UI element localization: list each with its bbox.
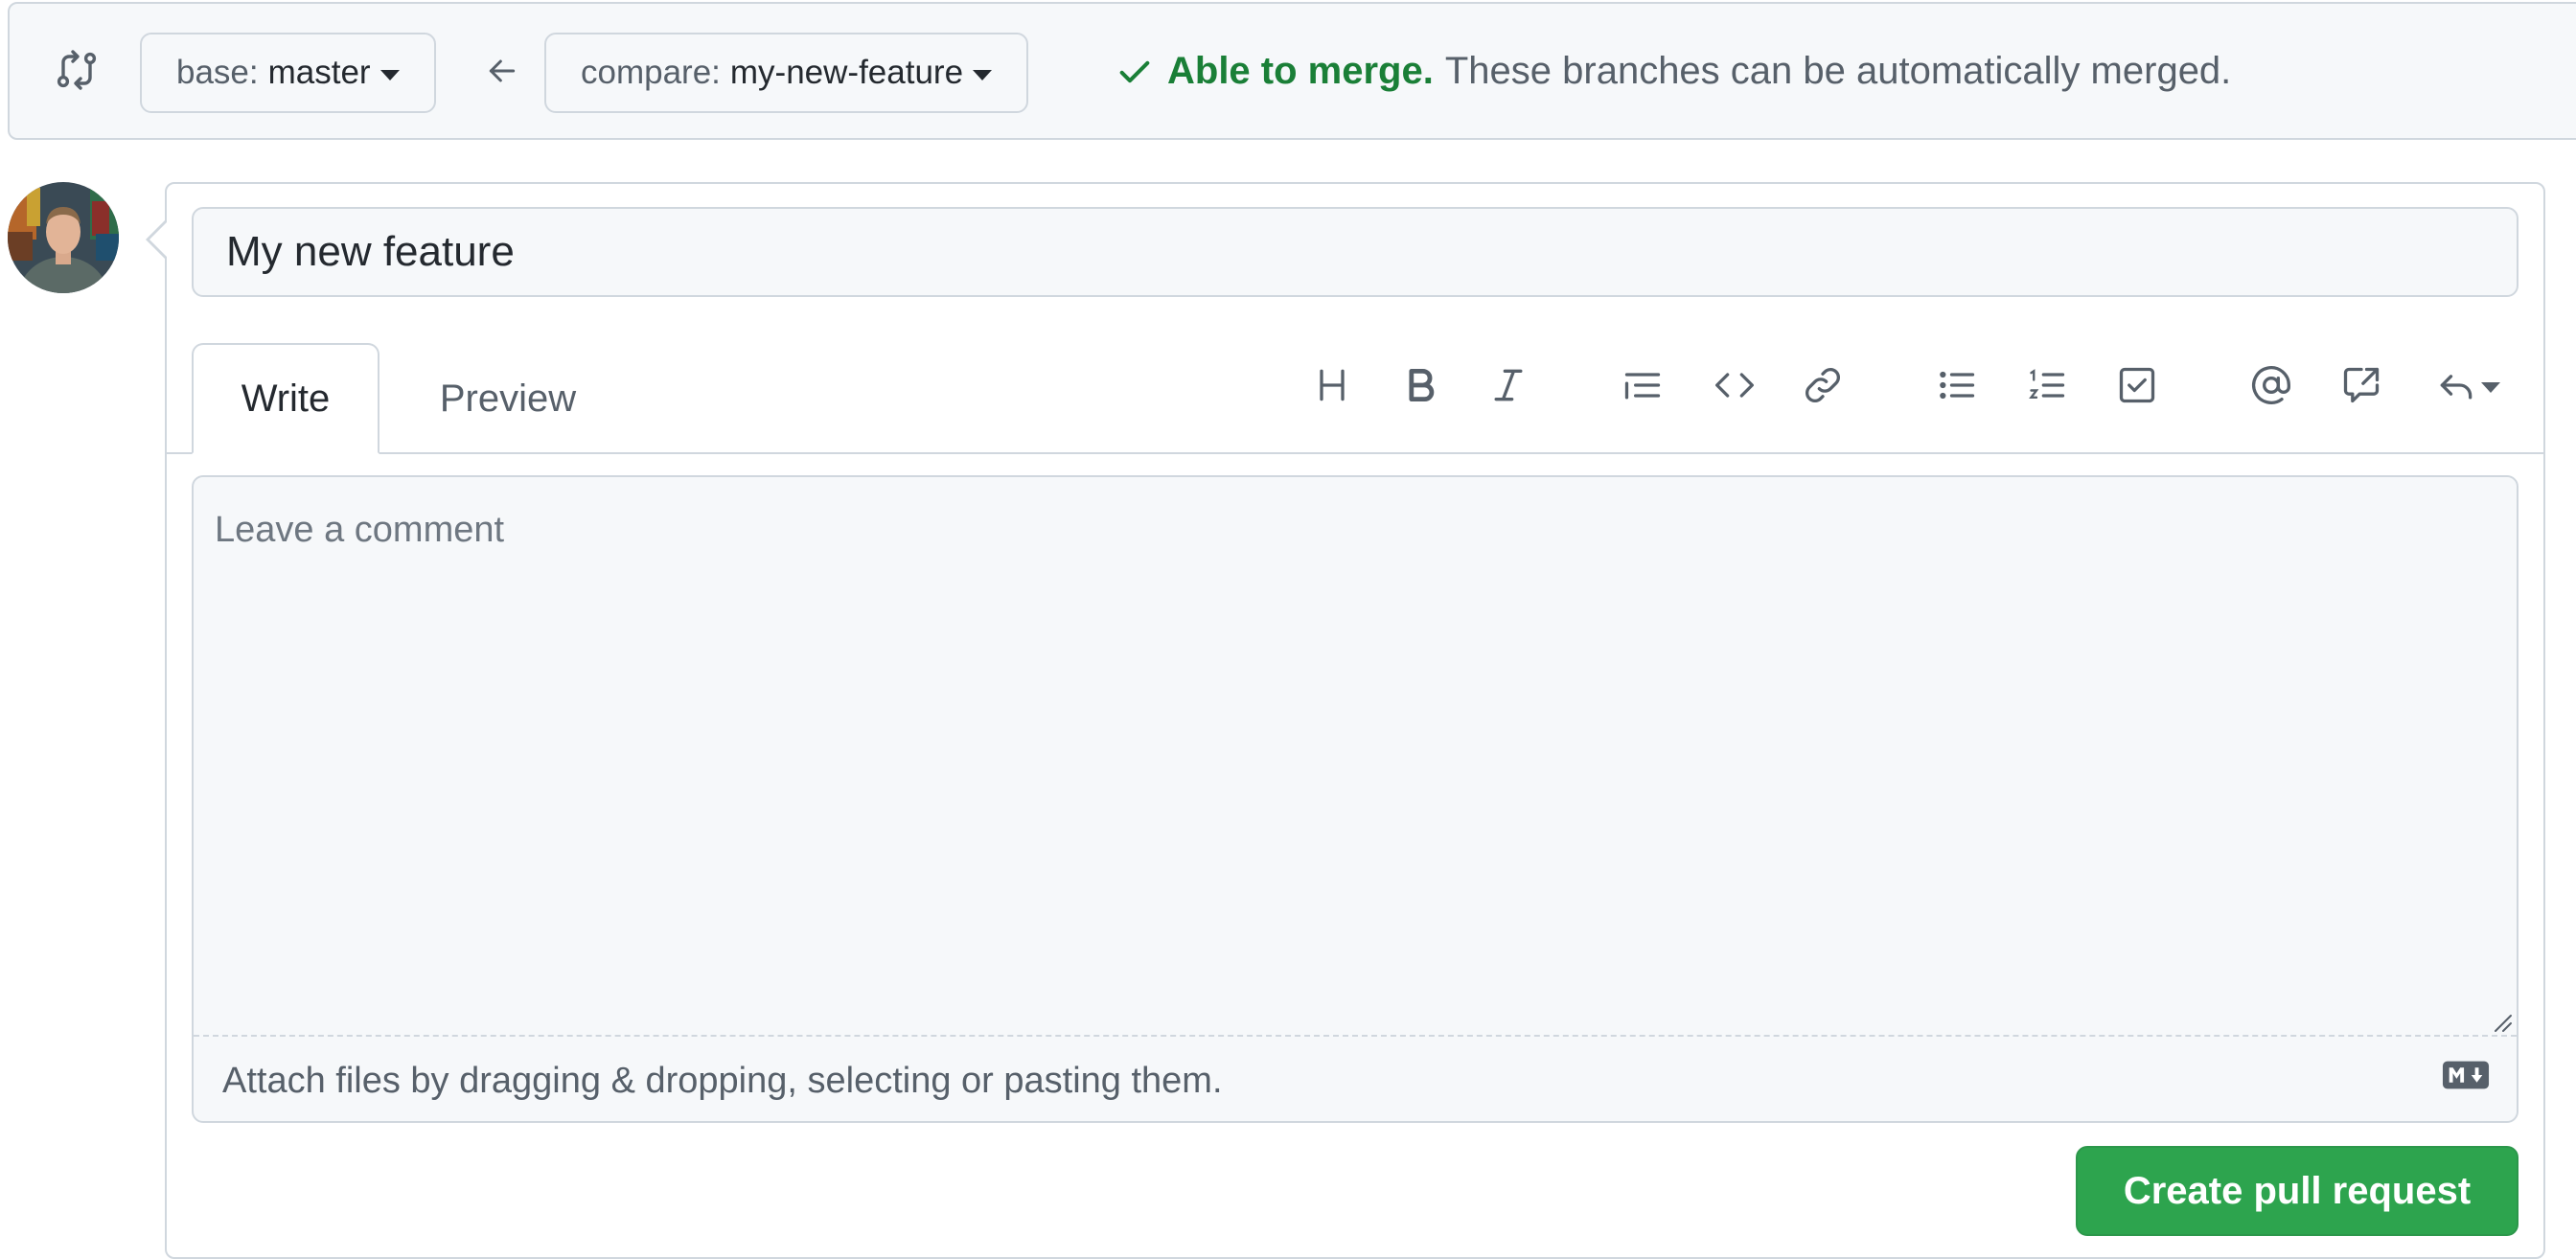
compare-branch-name: my-new-feature — [729, 54, 964, 91]
create-pull-request-button[interactable]: Create pull request — [2076, 1146, 2518, 1236]
compare-label: compare: — [581, 54, 721, 91]
heading-icon — [1320, 369, 1345, 401]
mention-icon — [2252, 366, 2290, 404]
merge-status-text: Able to merge. — [1167, 50, 1434, 92]
code-button[interactable] — [1708, 356, 1761, 414]
check-icon — [1119, 60, 1150, 82]
avatar[interactable] — [8, 182, 119, 293]
attach-files-text: Attach files by dragging & dropping, sel… — [222, 1060, 1223, 1101]
mention-button[interactable] — [2244, 356, 2298, 414]
chevron-down-icon — [973, 69, 993, 80]
ordered-list-button[interactable] — [2020, 356, 2074, 414]
quote-button[interactable] — [1616, 356, 1669, 414]
comment-box: Attach files by dragging & dropping, sel… — [192, 475, 2518, 1123]
bold-icon — [1409, 368, 1435, 402]
tab-write[interactable]: Write — [192, 343, 380, 454]
chevron-down-icon — [380, 69, 400, 80]
link-icon — [1806, 368, 1840, 402]
unordered-list-button[interactable] — [1930, 356, 1984, 414]
link-button[interactable] — [1796, 356, 1850, 414]
cross-reference-icon — [2343, 367, 2380, 403]
quote-icon — [1624, 373, 1661, 400]
heading-button[interactable] — [1305, 356, 1359, 414]
cross-reference-button[interactable] — [2334, 356, 2388, 414]
code-icon — [1715, 373, 1754, 398]
saved-reply-button[interactable] — [2425, 356, 2511, 414]
tab-preview[interactable]: Preview — [412, 343, 604, 454]
base-branch-name: master — [267, 54, 371, 91]
chevron-down-icon — [2481, 381, 2500, 393]
italic-icon — [1494, 369, 1523, 401]
italic-button[interactable] — [1482, 356, 1535, 414]
base-branch-select[interactable]: base: master — [140, 33, 436, 113]
merge-status-description: These branches can be automatically merg… — [1444, 50, 2232, 92]
compare-branch-select[interactable]: compare: my-new-feature — [544, 33, 1029, 113]
compare-bar: base: master compare: my-new-feature Abl… — [8, 2, 2576, 140]
task-list-button[interactable] — [2110, 356, 2164, 414]
git-compare-icon — [57, 50, 97, 90]
merge-status: Able to merge. These branches can be aut… — [1116, 50, 2231, 93]
markdown-icon[interactable] — [2442, 1060, 2490, 1090]
unordered-list-icon — [1940, 371, 1975, 400]
form-pointer-fill — [150, 221, 168, 258]
saved-reply-icon — [2440, 375, 2472, 400]
title-input[interactable] — [192, 207, 2518, 297]
comment-textarea[interactable] — [194, 477, 2517, 1035]
base-label: base: — [176, 54, 259, 91]
task-list-icon — [2119, 367, 2155, 403]
resize-grip-icon[interactable] — [2490, 1010, 2513, 1033]
attach-files-bar[interactable]: Attach files by dragging & dropping, sel… — [194, 1035, 2517, 1121]
ordered-list-icon — [2029, 369, 2065, 400]
bold-button[interactable] — [1393, 356, 1447, 414]
arrow-left-icon — [489, 59, 516, 82]
